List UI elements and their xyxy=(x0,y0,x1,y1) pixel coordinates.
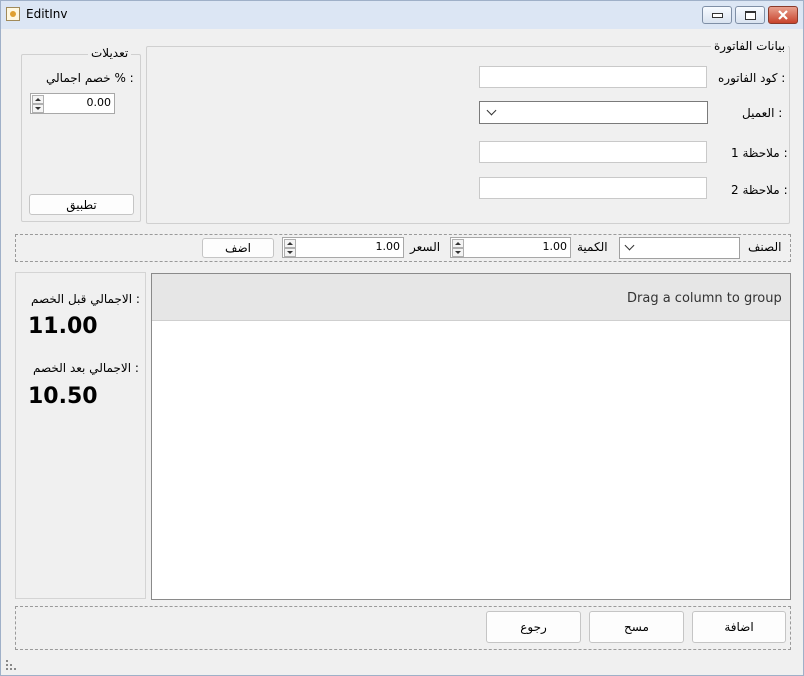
add-item-button[interactable]: اضف xyxy=(202,238,274,258)
note2-input[interactable] xyxy=(479,177,707,199)
close-icon xyxy=(778,10,788,20)
arrow-down-icon xyxy=(35,107,41,110)
total-after-value: 10.50 xyxy=(28,384,98,409)
discount-spinner[interactable]: 0.00 xyxy=(30,93,115,114)
discount-value: 0.00 xyxy=(86,96,112,109)
resize-grip-icon[interactable] xyxy=(6,660,16,670)
total-before-value: 11.00 xyxy=(28,314,98,339)
items-grid[interactable] xyxy=(151,273,791,600)
maximize-icon xyxy=(744,10,756,20)
minimize-icon xyxy=(711,12,723,18)
arrow-up-icon xyxy=(287,242,293,245)
back-button[interactable]: رجوع xyxy=(486,611,581,643)
arrow-down-icon xyxy=(455,251,461,254)
invoice-code-label: كود الفاتوره : xyxy=(718,71,786,85)
window-title: EditInv xyxy=(26,7,68,21)
price-label: السعر xyxy=(410,240,441,254)
spin-up-button[interactable] xyxy=(32,95,44,104)
total-before-label: الاجمالي قبل الخصم : xyxy=(31,292,140,306)
apply-button[interactable]: تطبيق xyxy=(29,194,134,215)
invoice-code-input[interactable] xyxy=(479,66,707,88)
price-spinner[interactable]: 1.00 xyxy=(282,237,404,258)
price-value: 1.00 xyxy=(375,240,401,253)
note1-input[interactable] xyxy=(479,141,707,163)
spin-down-button[interactable] xyxy=(32,104,44,113)
group-by-hint: Drag a column to group xyxy=(627,291,782,306)
chevron-down-icon xyxy=(486,105,497,116)
customer-combo[interactable] xyxy=(479,101,708,124)
title-bar[interactable] xyxy=(1,1,803,29)
item-label: الصنف xyxy=(748,240,782,254)
maximize-button[interactable] xyxy=(735,6,765,24)
total-after-label: الاجمالي بعد الخصم : xyxy=(33,361,139,375)
quantity-spinner[interactable]: 1.00 xyxy=(450,237,571,258)
customer-label: العميل : xyxy=(742,106,783,120)
spin-up-button[interactable] xyxy=(452,239,464,248)
clear-button[interactable]: مسح xyxy=(589,611,684,643)
quantity-label: الكمية xyxy=(577,240,608,254)
note1-label: ملاحظة 1 : xyxy=(731,146,788,160)
item-combo[interactable] xyxy=(619,237,740,259)
price-spin-buttons[interactable] xyxy=(284,239,296,257)
spin-down-button[interactable] xyxy=(452,248,464,257)
add-invoice-button[interactable]: اضافة xyxy=(692,611,786,643)
spin-up-button[interactable] xyxy=(284,239,296,248)
arrow-up-icon xyxy=(35,98,41,101)
invoice-group-title: بيانات الفاتورة xyxy=(711,39,789,53)
discount-label: خصم اجمالي % : xyxy=(46,71,134,85)
arrow-up-icon xyxy=(455,242,461,245)
chevron-down-icon xyxy=(624,240,635,251)
minimize-button[interactable] xyxy=(702,6,732,24)
quantity-value: 1.00 xyxy=(542,240,568,253)
quantity-spin-buttons[interactable] xyxy=(452,239,464,257)
close-button[interactable] xyxy=(768,6,798,24)
app-icon xyxy=(6,7,20,21)
discount-spin-buttons[interactable] xyxy=(32,95,44,113)
arrow-down-icon xyxy=(287,251,293,254)
adjustments-group-title: تعديلات xyxy=(88,46,132,60)
note2-label: ملاحظة 2 : xyxy=(731,183,788,197)
spin-down-button[interactable] xyxy=(284,248,296,257)
